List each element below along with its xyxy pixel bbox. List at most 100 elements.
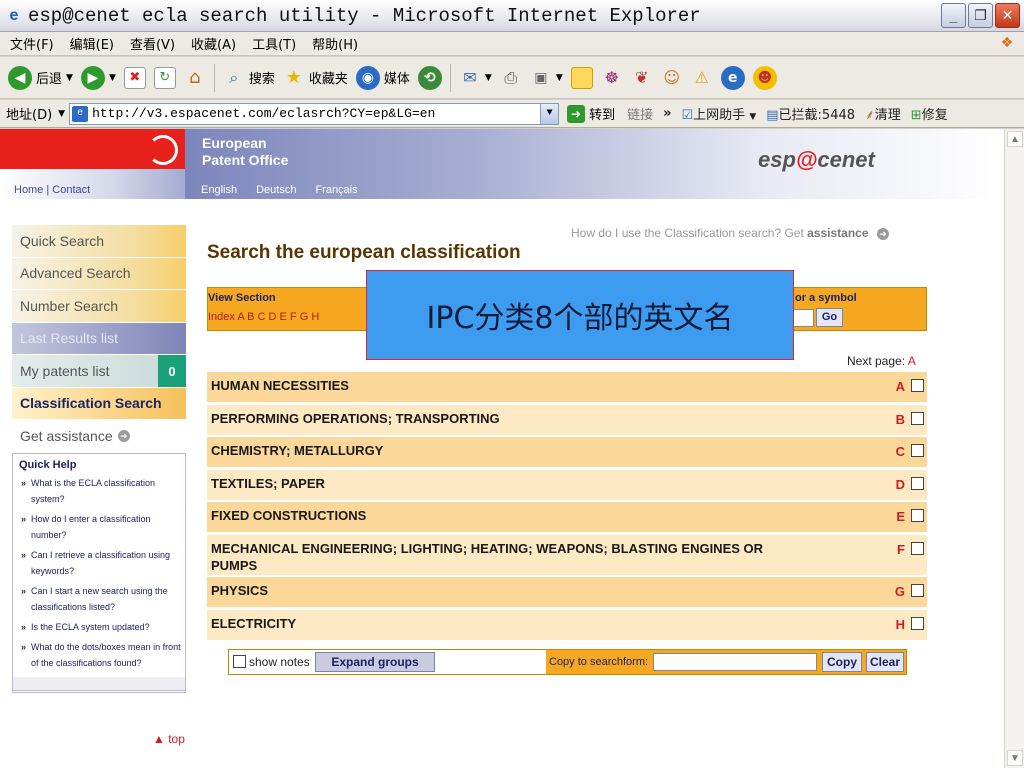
nav-advanced-search[interactable]: Advanced Search [12, 257, 186, 290]
section-row-a[interactable]: HUMAN NECESSITIES A [207, 372, 927, 402]
warning-button[interactable]: ⚠ [691, 67, 713, 89]
menu-file[interactable]: 文件(F) [10, 34, 54, 53]
section-checkbox[interactable] [911, 541, 924, 555]
section-checkbox[interactable] [911, 509, 924, 522]
quick-help-item[interactable]: » How do I enter a classification number? [21, 511, 181, 543]
clear-button[interactable]: Clear [866, 652, 904, 672]
section-checkbox[interactable] [911, 411, 924, 425]
section-index-links[interactable]: Index A B C D E F G H [208, 311, 319, 323]
nav-my-patents[interactable]: My patents list 0 [12, 355, 186, 388]
media-globe-icon: ◉ [355, 65, 380, 90]
close-button[interactable]: ✕ [995, 3, 1020, 28]
section-row-c[interactable]: CHEMISTRY; METALLURGY C [207, 437, 927, 467]
search-icon: ⌕ [229, 67, 239, 87]
next-page[interactable]: Next page: A [847, 354, 916, 368]
nav-get-assistance[interactable]: Get assistance ➜ [12, 420, 186, 453]
section-row-e[interactable]: FIXED CONSTRUCTIONS E [207, 502, 927, 532]
links-label[interactable]: 链接 [627, 104, 653, 123]
messenger-button[interactable]: ☸ [601, 67, 623, 89]
top-link[interactable]: ▲ top [153, 732, 185, 746]
section-checkbox[interactable] [911, 379, 924, 392]
mail-button[interactable]: ✉ ▼ [459, 67, 492, 89]
menu-view[interactable]: 查看(V) [130, 34, 175, 53]
home-button[interactable]: ⌂ [184, 67, 206, 89]
edit-button[interactable]: ▣ ▼ [530, 67, 563, 89]
refresh-button[interactable]: ↻ [153, 66, 176, 89]
helper-item[interactable]: ☑上网助手 ▼ [682, 104, 757, 123]
repair-label: 修复 [921, 108, 948, 123]
restore-button[interactable]: ❐ [968, 3, 993, 28]
nav-quick-search[interactable]: Quick Search [12, 225, 186, 258]
menu-tools[interactable]: 工具(T) [252, 34, 296, 53]
vertical-scrollbar[interactable]: ▲ ▼ [1004, 129, 1024, 768]
annotation-overlay: IPC分类8个部的英文名 [366, 270, 794, 360]
lang-deutsch[interactable]: Deutsch [256, 184, 296, 196]
lang-francais[interactable]: Français [315, 184, 357, 196]
repair-item[interactable]: ⊞修复 [911, 104, 948, 123]
edit-dropdown-icon[interactable]: ▼ [556, 73, 563, 83]
blocked-item[interactable]: ▤已拦截:5448 [766, 104, 855, 123]
forward-dropdown-icon[interactable]: ▼ [109, 73, 116, 83]
ie-button[interactable]: e [720, 65, 745, 90]
quick-help-item[interactable]: » Can I start a new search using the clas… [21, 583, 181, 615]
section-checkbox[interactable] [911, 444, 924, 457]
expand-groups-button[interactable]: Expand groups [315, 652, 435, 672]
address-dropdown-icon[interactable]: ▼ [540, 103, 559, 124]
back-label: 后退 [36, 72, 63, 87]
quick-help-item[interactable]: » Is the ECLA system updated? [21, 619, 181, 635]
notes-icon [570, 66, 593, 89]
section-letter: D [895, 476, 905, 492]
show-notes-checkbox[interactable] [233, 655, 246, 668]
section-row-b[interactable]: PERFORMING OPERATIONS; TRANSPORTING B [207, 404, 927, 435]
search-button[interactable]: ⌕ 搜索 [223, 67, 275, 89]
lang-english[interactable]: English [201, 184, 237, 196]
section-row-d[interactable]: TEXTILES; PAPER D [207, 469, 927, 500]
mail-dropdown-icon[interactable]: ▼ [485, 73, 492, 83]
quick-help-item[interactable]: » What do the dots/boxes mean in front of… [21, 639, 181, 671]
chat-button[interactable]: ☺ [661, 67, 683, 89]
section-row-f[interactable]: MECHANICAL ENGINEERING; LIGHTING; HEATIN… [207, 534, 927, 575]
menu-favorites[interactable]: 收藏(A) [191, 34, 236, 53]
section-checkbox[interactable] [911, 584, 924, 597]
copy-button[interactable]: Copy [822, 652, 862, 672]
section-letter: H [895, 616, 905, 632]
menu-edit[interactable]: 编辑(E) [70, 34, 114, 53]
section-row-g[interactable]: PHYSICS G [207, 577, 927, 607]
favorites-button[interactable]: ★ 收藏夹 [283, 67, 348, 89]
address-history-icon[interactable]: ▼ [58, 109, 65, 119]
symbol-label: or a symbol [795, 292, 857, 304]
media-button[interactable]: ◉ 媒体 [355, 65, 410, 90]
stop-button[interactable]: ✖ [123, 66, 146, 89]
go-button[interactable]: ➜ 转到 [567, 104, 615, 123]
section-row-h[interactable]: ELECTRICITY H [207, 609, 927, 640]
home-contact-links[interactable]: Home | Contact [14, 184, 90, 196]
quick-help-item[interactable]: » What is the ECLA classification system? [21, 475, 181, 507]
nav-classification-search[interactable]: Classification Search [12, 387, 186, 420]
notes-button[interactable] [570, 66, 593, 89]
symbol-go-button[interactable]: Go [816, 308, 843, 327]
section-checkbox[interactable] [911, 616, 924, 630]
scroll-up-icon[interactable]: ▲ [1007, 131, 1023, 147]
copy-searchform-input[interactable] [653, 653, 817, 671]
howto-assistance[interactable]: How do I use the Classification search? … [571, 226, 889, 240]
chevron-right-icon[interactable]: » [663, 106, 671, 121]
scroll-down-icon[interactable]: ▼ [1007, 750, 1023, 766]
back-button[interactable]: ◀ 后退 ▼ [8, 65, 73, 90]
section-checkbox[interactable] [911, 476, 924, 490]
espacenet-logo[interactable]: esp@cenet [758, 147, 875, 173]
view-section-label: View Section [208, 292, 276, 304]
print-button[interactable]: ⎙ [500, 67, 522, 89]
my-patents-count: 0 [158, 355, 186, 387]
clean-item[interactable]: ⸙清理 [865, 104, 901, 123]
address-input[interactable]: e http://v3.espacenet.com/eclasrch?CY=ep… [69, 102, 560, 125]
smiley-button[interactable]: ☻ [752, 65, 777, 90]
qq-button[interactable]: ❦ [631, 67, 653, 89]
quick-help-item[interactable]: » Can I retrieve a classification using k… [21, 547, 181, 579]
menu-help[interactable]: 帮助(H) [312, 34, 358, 53]
forward-button[interactable]: ▶ ▼ [80, 65, 116, 90]
history-button[interactable]: ⟲ [417, 65, 442, 90]
back-dropdown-icon[interactable]: ▼ [66, 73, 73, 83]
nav-number-search[interactable]: Number Search [12, 290, 186, 323]
history-icon: ⟲ [417, 65, 442, 90]
minimize-button[interactable]: _ [941, 3, 966, 28]
